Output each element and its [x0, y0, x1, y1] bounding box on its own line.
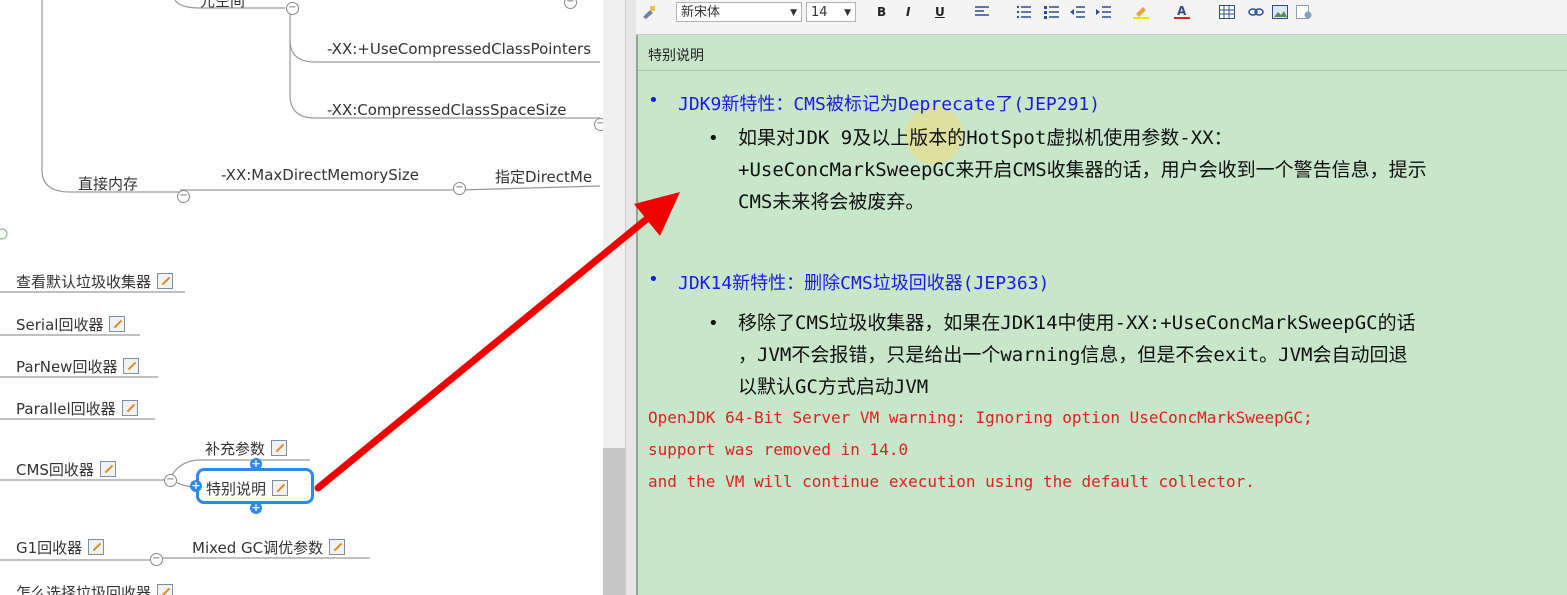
- node-label: Serial回收器: [16, 316, 104, 334]
- add-node-handle-icon[interactable]: +: [250, 502, 262, 514]
- chevron-down-icon: ▼: [790, 8, 797, 18]
- indent-icon[interactable]: [1096, 5, 1112, 19]
- font-color-icon[interactable]: A: [1174, 5, 1190, 19]
- node-label: 查看默认垃圾收集器: [16, 273, 152, 291]
- mindmap-node-choose-gc[interactable]: 怎么选择垃圾回收器: [16, 582, 174, 595]
- highlight-color-icon[interactable]: [1133, 5, 1149, 19]
- mindmap-node-class-space[interactable]: -XX:CompressedClassSpaceSize: [327, 101, 566, 119]
- node-label: ParNew回收器: [16, 358, 118, 376]
- title-divider: [638, 70, 1567, 71]
- mindmap-node-default-gc[interactable]: 查看默认垃圾收集器: [16, 271, 174, 292]
- mindmap-node-g1[interactable]: G1回收器: [16, 537, 105, 558]
- collapse-toggle-icon[interactable]: −: [594, 118, 603, 131]
- numbered-list-icon[interactable]: [1016, 5, 1032, 19]
- mindmap-node-parnew[interactable]: ParNew回收器: [16, 356, 140, 377]
- mindmap-node-special-note[interactable]: 特别说明: [206, 478, 289, 499]
- mindmap-node-direct-memory[interactable]: 直接内存: [78, 173, 138, 194]
- collapse-toggle-icon[interactable]: −: [150, 553, 163, 566]
- section-text-jdk14-line2: ，JVM不会报错，只是给出一个warning信息，但是不会exit。JVM会自动…: [738, 344, 1408, 366]
- collapse-toggle-icon[interactable]: −: [164, 474, 177, 487]
- mindmap-node-extra-params[interactable]: 补充参数: [205, 438, 288, 459]
- section-text-jdk9-line2: +UseConcMarkSweepGC来开启CMS收集器的话，用户会收到一个警告…: [738, 159, 1427, 181]
- node-label: 怎么选择垃圾回收器: [16, 584, 152, 595]
- mindmap-node-parallel[interactable]: Parallel回收器: [16, 398, 138, 419]
- bold-button[interactable]: B: [877, 5, 886, 19]
- image-icon[interactable]: [1272, 5, 1288, 19]
- format-toolbar: 新宋体 ▼ 14 ▼ B I U A: [636, 0, 1567, 35]
- add-node-handle-icon[interactable]: +: [190, 480, 202, 492]
- node-label: 特别说明: [206, 480, 267, 498]
- section-text-jdk9-line1: 如果对JDK 9及以上版本的HotSpot虚拟机使用参数-XX：: [738, 127, 1233, 149]
- font-size-select[interactable]: 14 ▼: [806, 2, 856, 22]
- note-icon[interactable]: [272, 480, 289, 496]
- section-heading-jdk14: JDK14新特性：删除CMS垃圾回收器(JEP363): [648, 269, 1049, 295]
- format-painter-icon[interactable]: [641, 5, 657, 19]
- note-icon[interactable]: [88, 539, 105, 555]
- node-label: Parallel回收器: [16, 400, 116, 418]
- node-label: 补充参数: [205, 440, 266, 458]
- note-icon[interactable]: [157, 273, 174, 289]
- section-heading-jdk9: JDK9新特性：CMS被标记为Deprecate了(JEP291): [648, 90, 1100, 116]
- outdent-icon[interactable]: [1070, 5, 1086, 19]
- font-size-value: 14: [811, 5, 828, 20]
- mindmap-node-direct-desc[interactable]: 指定DirectMe: [495, 166, 592, 187]
- mindmap-node-mixed-gc[interactable]: Mixed GC调优参数: [192, 537, 346, 558]
- collapse-toggle-icon[interactable]: −: [286, 2, 299, 15]
- font-family-select[interactable]: 新宋体 ▼: [676, 2, 802, 22]
- bullet-dot: •: [708, 128, 719, 149]
- warning-line: support was removed in 14.0: [648, 440, 909, 459]
- note-icon[interactable]: [123, 358, 140, 374]
- underline-button[interactable]: U: [935, 5, 945, 19]
- warning-line: OpenJDK 64-Bit Server VM warning: Ignori…: [648, 408, 1313, 427]
- scrollbar-thumb[interactable]: [603, 448, 625, 595]
- collapse-toggle-icon[interactable]: −: [453, 182, 466, 195]
- mindmap-node-compressed-pointers[interactable]: -XX:+UseCompressedClassPointers: [327, 40, 591, 58]
- mindmap-node-metaspace[interactable]: 元空间: [200, 0, 245, 11]
- pane-splitter[interactable]: [625, 0, 636, 595]
- note-icon[interactable]: [121, 400, 138, 416]
- note-icon[interactable]: [157, 584, 174, 595]
- mindmap-node-cms[interactable]: CMS回收器: [16, 459, 116, 480]
- note-icon[interactable]: [329, 539, 346, 555]
- mindmap-node-serial[interactable]: Serial回收器: [16, 314, 126, 335]
- node-label: G1回收器: [16, 539, 83, 557]
- warning-line: and the VM will continue execution using…: [648, 472, 1255, 491]
- note-title: 特别说明: [648, 48, 704, 64]
- section-text-jdk14-line3: 以默认GC方式启动JVM: [738, 376, 929, 398]
- note-icon[interactable]: [99, 461, 116, 477]
- section-text-jdk9-line3: CMS未来将会被废弃。: [738, 191, 925, 213]
- table-icon[interactable]: [1219, 5, 1235, 19]
- italic-button[interactable]: I: [906, 5, 910, 19]
- add-node-handle-icon[interactable]: +: [250, 458, 262, 470]
- node-label: Mixed GC调优参数: [192, 539, 324, 557]
- section-text-jdk14-line1: 移除了CMS垃圾收集器，如果在JDK14中使用-XX:+UseConcMarkS…: [738, 312, 1416, 334]
- bullet-dot: •: [708, 313, 719, 334]
- collapse-toggle-icon[interactable]: −: [177, 190, 190, 203]
- node-label: CMS回收器: [16, 461, 94, 479]
- font-family-value: 新宋体: [681, 5, 721, 20]
- mindmap-canvas[interactable]: 元空间 − − -XX:+UseCompressedClassPointers …: [0, 0, 603, 595]
- note-icon[interactable]: [109, 316, 126, 332]
- bullet-list-icon[interactable]: [1044, 5, 1060, 19]
- link-icon[interactable]: [1248, 5, 1264, 19]
- svg-text:A: A: [1177, 5, 1187, 18]
- insert-object-icon[interactable]: [1296, 5, 1312, 19]
- align-left-icon[interactable]: [974, 5, 990, 19]
- mindmap-connectors: [0, 0, 601, 561]
- chevron-down-icon: ▼: [844, 8, 851, 18]
- mindmap-node-max-direct[interactable]: -XX:MaxDirectMemorySize: [221, 166, 419, 184]
- note-icon[interactable]: [271, 440, 288, 456]
